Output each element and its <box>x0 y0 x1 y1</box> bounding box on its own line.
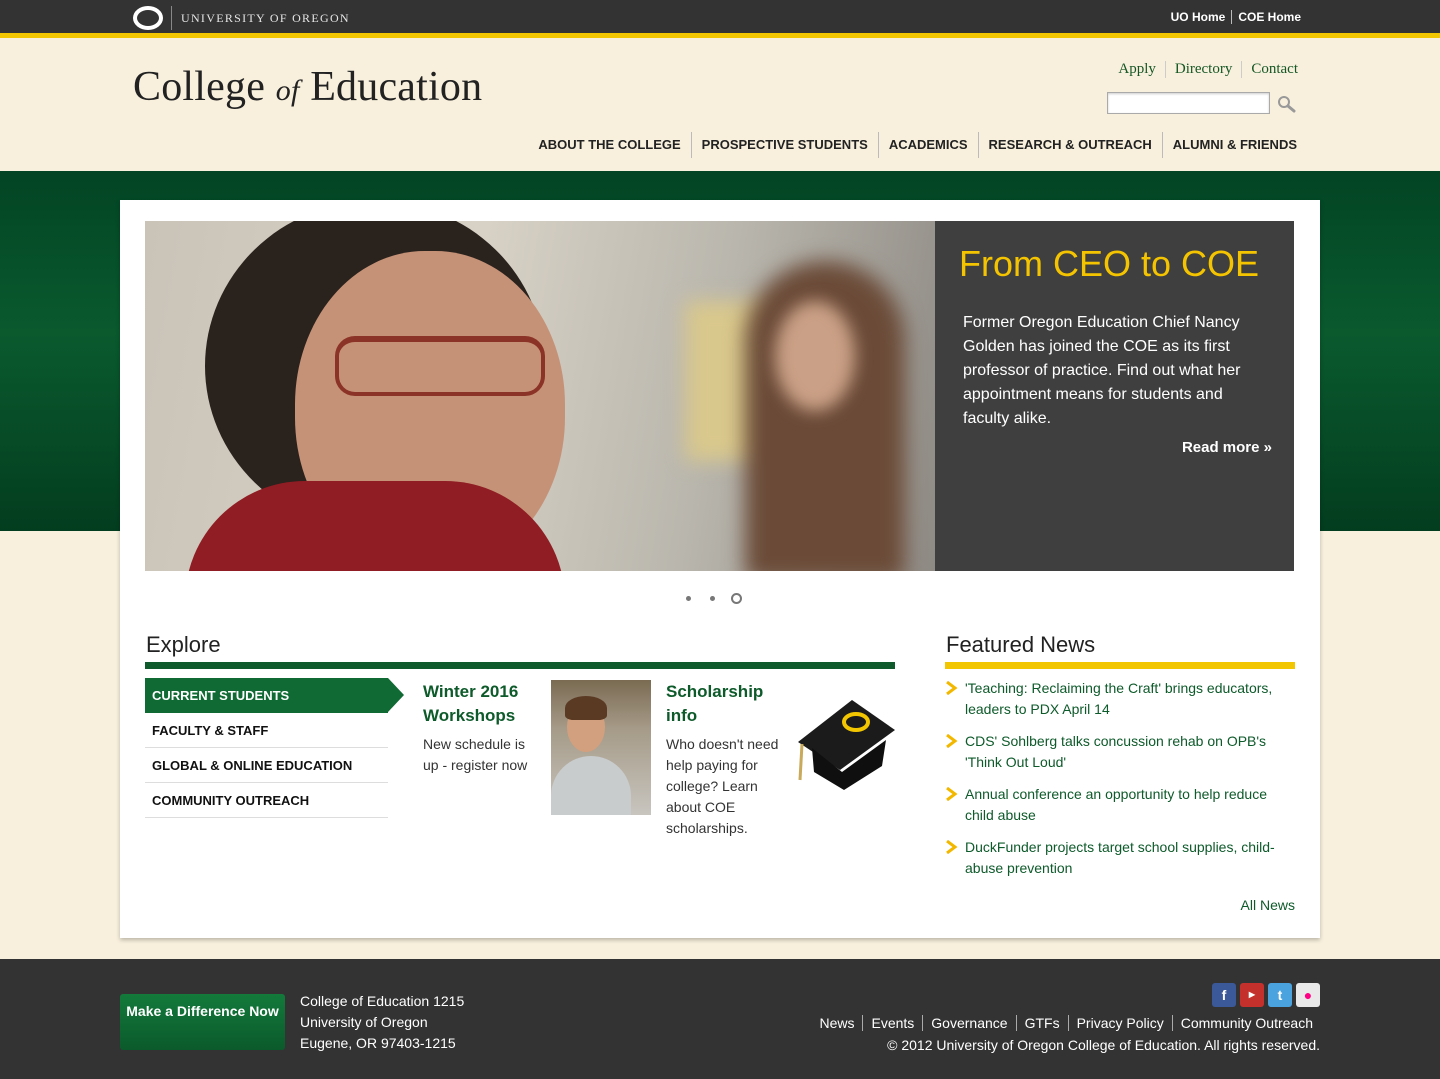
site-footer: Make a Difference Now College of Educati… <box>0 959 1440 1079</box>
copyright: © 2012 University of Oregon College of E… <box>887 1037 1320 1053</box>
explore-rule <box>145 662 895 669</box>
footer-news-link[interactable]: News <box>811 1015 862 1031</box>
contact-link[interactable]: Contact <box>1241 61 1298 78</box>
explore-faculty-staff[interactable]: FACULTY & STAFF <box>145 713 388 748</box>
nav-prospective-students[interactable]: PROSPECTIVE STUDENTS <box>690 132 878 158</box>
footer-governance-link[interactable]: Governance <box>922 1015 1015 1031</box>
news-item[interactable]: 'Teaching: Reclaiming the Craft' brings … <box>945 678 1295 720</box>
news-item-text[interactable]: 'Teaching: Reclaiming the Craft' brings … <box>965 680 1272 717</box>
student-photo[interactable] <box>551 680 651 815</box>
chevron-right-icon <box>946 681 958 695</box>
explore-list: CURRENT STUDENTS FACULTY & STAFF GLOBAL … <box>145 678 404 818</box>
photo-glasses <box>335 336 545 396</box>
hero-text: Former Oregon Education Chief Nancy Gold… <box>963 314 1241 427</box>
main-nav: ABOUT THE COLLEGE PROSPECTIVE STUDENTS A… <box>528 132 1303 158</box>
footer-events-link[interactable]: Events <box>862 1015 922 1031</box>
footer-links: News Events Governance GTFs Privacy Poli… <box>811 1015 1313 1031</box>
hero-caption-panel: From CEO to COE Former Oregon Education … <box>935 221 1294 571</box>
address-line: University of Oregon <box>300 1014 428 1030</box>
news-item-text[interactable]: Annual conference an opportunity to help… <box>965 786 1267 823</box>
news-item[interactable]: Annual conference an opportunity to help… <box>945 784 1295 826</box>
news-rule <box>945 662 1295 669</box>
slide-dot-2[interactable] <box>707 593 718 604</box>
university-name[interactable]: UNIVERSITY OF OREGON <box>181 11 350 26</box>
hero-slideshow[interactable]: From CEO to COE Former Oregon Education … <box>145 221 1294 571</box>
photo-student-body <box>551 756 631 815</box>
featured-news-heading: Featured News <box>946 632 1096 657</box>
photo-student-hair <box>565 696 607 720</box>
uo-home-link[interactable]: UO Home <box>1165 10 1232 24</box>
site-title-of: of <box>275 74 300 107</box>
explore-global-online-education[interactable]: GLOBAL & ONLINE EDUCATION <box>145 748 388 783</box>
slide-pager <box>683 593 742 604</box>
footer-gtfs-link[interactable]: GTFs <box>1015 1015 1068 1031</box>
youtube-icon[interactable]: ▶ <box>1240 983 1264 1007</box>
make-a-difference-button[interactable]: Make a Difference Now <box>120 994 285 1050</box>
apply-link[interactable]: Apply <box>1109 61 1165 78</box>
address: College of Education 1215 University of … <box>300 991 464 1054</box>
site-title[interactable]: College of Education <box>133 63 482 111</box>
news-list: 'Teaching: Reclaiming the Craft' brings … <box>945 678 1295 890</box>
explore-heading: Explore <box>146 632 221 657</box>
content-card: From CEO to COE Former Oregon Education … <box>120 200 1320 938</box>
nav-academics[interactable]: ACADEMICS <box>877 132 978 158</box>
social-links: f ▶ t ● <box>1212 983 1320 1007</box>
utility-links: Apply Directory Contact <box>1109 61 1298 78</box>
nav-research-outreach[interactable]: RESEARCH & OUTREACH <box>977 132 1162 158</box>
news-item[interactable]: CDS' Sohlberg talks concussion rehab on … <box>945 731 1295 773</box>
explore-current-students[interactable]: CURRENT STUDENTS <box>145 678 404 713</box>
twitter-icon[interactable]: t <box>1268 983 1292 1007</box>
flickr-icon[interactable]: ● <box>1296 983 1320 1007</box>
site-title-part2: Education <box>299 64 483 110</box>
scholarship-text: Who doesn't need help paying for college… <box>666 736 779 836</box>
news-item-text[interactable]: DuckFunder projects target school suppli… <box>965 839 1275 876</box>
slide-dot-1[interactable] <box>683 593 694 604</box>
nav-about-the-college[interactable]: ABOUT THE COLLEGE <box>528 132 690 158</box>
coe-home-link[interactable]: COE Home <box>1231 10 1301 24</box>
search-input[interactable] <box>1107 92 1270 114</box>
photo-background-face <box>775 301 855 411</box>
read-more-link[interactable]: Read more » <box>1182 439 1272 456</box>
news-item-text[interactable]: CDS' Sohlberg talks concussion rehab on … <box>965 733 1266 770</box>
nav-alumni-friends[interactable]: ALUMNI & FRIENDS <box>1161 132 1303 158</box>
site-header: College of Education Apply Directory Con… <box>0 43 1440 171</box>
explore-community-outreach[interactable]: COMMUNITY OUTREACH <box>145 783 388 818</box>
facebook-icon[interactable]: f <box>1212 983 1236 1007</box>
top-bar: UNIVERSITY OF OREGON UO Home COE Home <box>0 0 1440 38</box>
workshops-title[interactable]: Winter 2016 Workshops <box>423 680 543 728</box>
footer-community-outreach-link[interactable]: Community Outreach <box>1171 1015 1313 1031</box>
footer-privacy-policy-link[interactable]: Privacy Policy <box>1067 1015 1172 1031</box>
all-news-link[interactable]: All News <box>1241 897 1295 913</box>
divider <box>171 6 172 30</box>
uo-o-logo-icon[interactable] <box>133 6 163 30</box>
hero-photo[interactable] <box>145 221 935 571</box>
address-line: Eugene, OR 97403-1215 <box>300 1035 456 1051</box>
hero-title[interactable]: From CEO to COE <box>959 243 1259 285</box>
news-item[interactable]: DuckFunder projects target school suppli… <box>945 837 1295 879</box>
address-line: College of Education 1215 <box>300 993 465 1009</box>
directory-link[interactable]: Directory <box>1164 61 1241 78</box>
site-title-part1: College <box>133 64 276 110</box>
chevron-right-icon <box>946 734 958 748</box>
workshops-text: New schedule is up - register now <box>423 736 528 773</box>
search-icon[interactable] <box>1277 95 1297 113</box>
chevron-right-icon <box>946 787 958 801</box>
top-links: UO Home COE Home <box>1165 10 1301 24</box>
slide-dot-3[interactable] <box>731 593 742 604</box>
scholarship-title[interactable]: Scholarship info <box>666 680 776 728</box>
chevron-right-icon <box>946 840 958 854</box>
graduation-cap-icon <box>798 700 895 790</box>
